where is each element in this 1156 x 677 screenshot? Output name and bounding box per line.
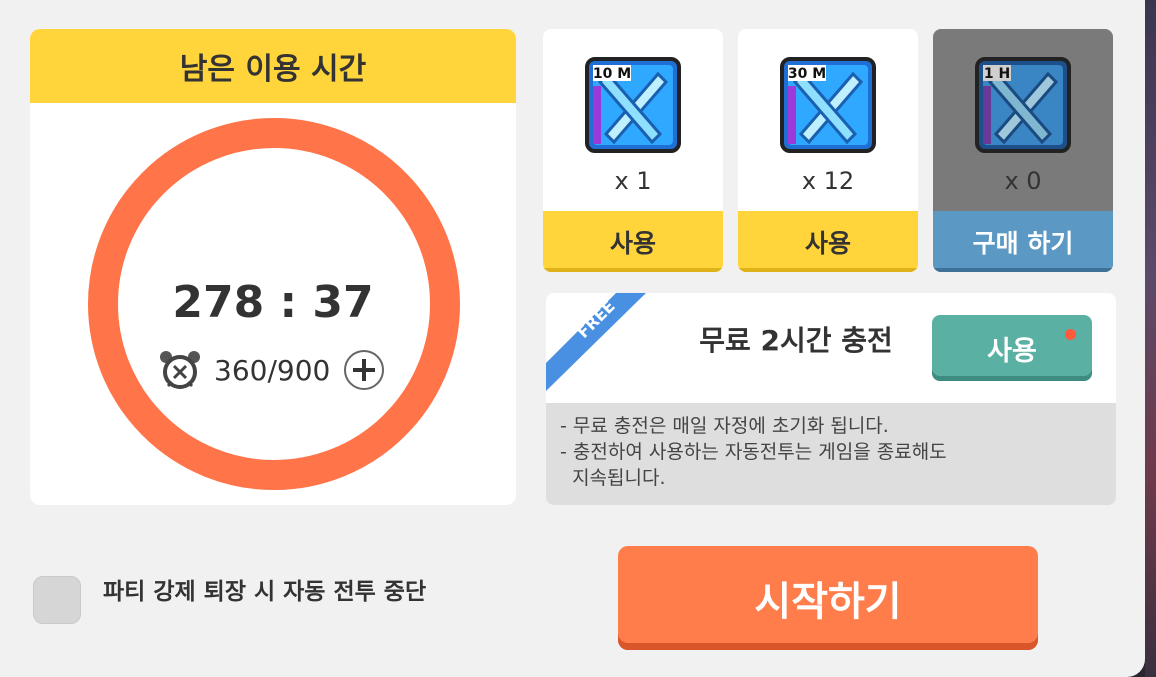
notification-dot bbox=[1065, 329, 1076, 340]
remaining-time-card: 남은 이용 시간 278 : 37 360/900 bbox=[30, 29, 516, 505]
background-edge bbox=[1145, 0, 1156, 677]
item-count: x 1 bbox=[614, 167, 652, 195]
item-1h-card: 1 H x 0 구매 하기 bbox=[933, 29, 1113, 272]
alarm-clock-icon bbox=[158, 350, 202, 390]
note-line: 지속됩니다. bbox=[560, 467, 666, 489]
item-30m-card: 30 M x 12 사용 bbox=[738, 29, 918, 272]
buy-1h-button[interactable]: 구매 하기 bbox=[933, 211, 1113, 272]
start-button[interactable]: 시작하기 bbox=[618, 546, 1038, 650]
item-badge: 30 M bbox=[788, 66, 826, 82]
plus-icon bbox=[344, 350, 385, 390]
item-badge: 1 H bbox=[984, 66, 1010, 82]
free-charge-use-label: 사용 bbox=[987, 335, 1037, 367]
auto-battle-panel: 남은 이용 시간 278 : 37 360/900 10 M x 1 사용 30… bbox=[0, 0, 1145, 677]
remaining-time-value: 278 : 37 bbox=[172, 277, 374, 328]
free-charge-notes: - 무료 충전은 매일 자정에 초기화 됩니다. - 충전하여 사용하는 자동전… bbox=[546, 403, 1116, 505]
auto-battle-1h-icon: 1 H bbox=[975, 57, 1071, 153]
add-stamina-button[interactable] bbox=[342, 348, 386, 392]
free-charge-use-button[interactable]: 사용 bbox=[932, 315, 1092, 381]
note-line: - 무료 충전은 매일 자정에 초기화 됩니다. bbox=[560, 415, 889, 437]
stop-on-kick-checkbox[interactable] bbox=[33, 576, 81, 624]
stop-on-kick-option: 파티 강제 퇴장 시 자동 전투 중단 bbox=[33, 570, 426, 624]
auto-battle-10m-icon: 10 M bbox=[585, 57, 681, 153]
item-count: x 12 bbox=[801, 167, 855, 195]
remaining-time-title: 남은 이용 시간 bbox=[30, 29, 516, 103]
stop-on-kick-label: 파티 강제 퇴장 시 자동 전투 중단 bbox=[103, 579, 427, 605]
use-30m-button[interactable]: 사용 bbox=[738, 211, 918, 272]
note-line: - 충전하여 사용하는 자동전투는 게임을 종료해도 bbox=[560, 441, 947, 463]
use-10m-button[interactable]: 사용 bbox=[543, 211, 723, 272]
stamina-row: 360/900 bbox=[158, 349, 386, 391]
stamina-value: 360/900 bbox=[214, 353, 331, 387]
item-badge: 10 M bbox=[593, 66, 631, 82]
item-count: x 0 bbox=[1004, 167, 1042, 195]
auto-battle-30m-icon: 30 M bbox=[780, 57, 876, 153]
item-10m-card: 10 M x 1 사용 bbox=[543, 29, 723, 272]
free-charge-card: FREE 무료 2시간 충전 사용 - 무료 충전은 매일 자정에 초기화 됩니… bbox=[546, 293, 1116, 505]
